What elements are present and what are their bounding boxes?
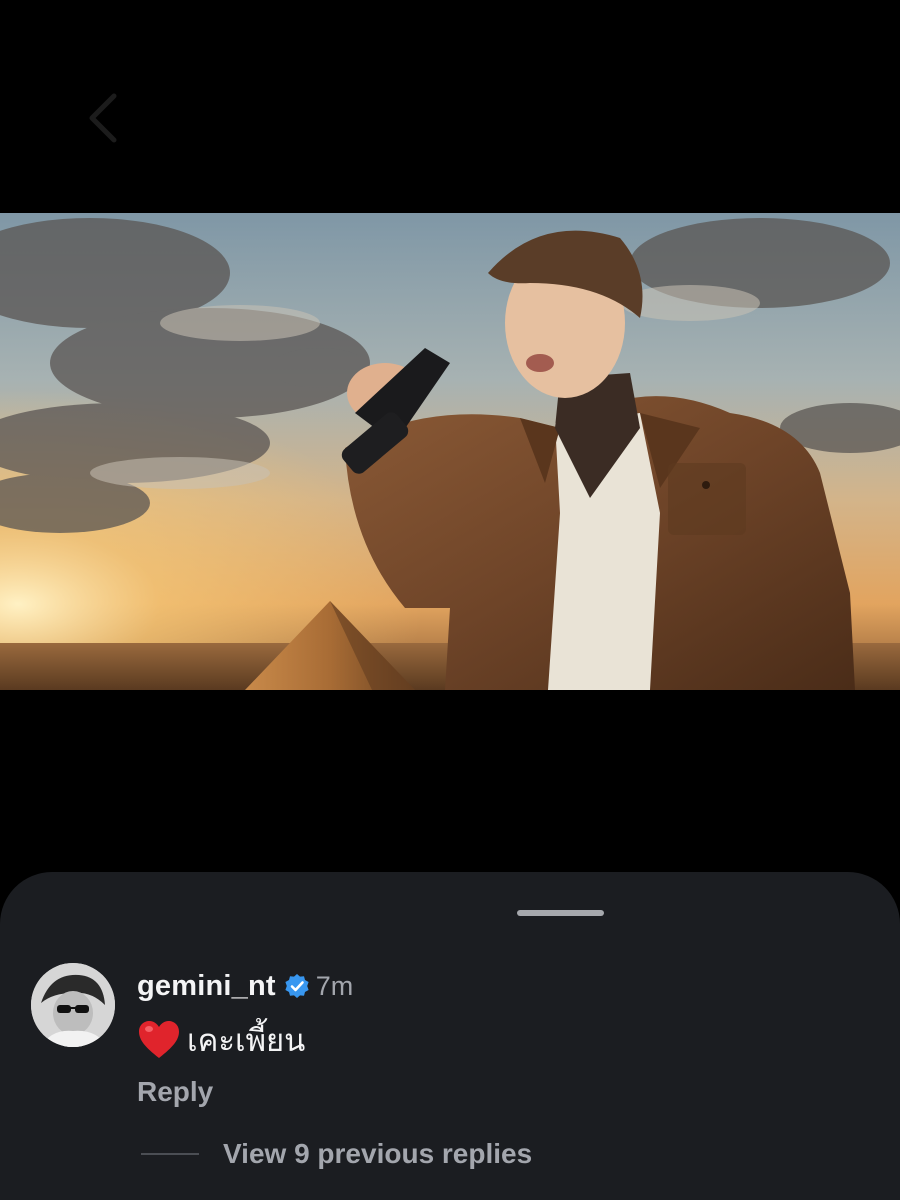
reel-viewer-screen: gemini_nt 7m เคะเพี้ยน Reply View 9 prev… <box>0 0 900 1200</box>
comment-username[interactable]: gemini_nt <box>137 970 276 1003</box>
comment-text: เคะเพี้ยน <box>187 1023 306 1059</box>
view-replies-label: View 9 previous replies <box>223 1138 533 1169</box>
view-previous-replies-button[interactable]: View 9 previous replies <box>141 1138 532 1170</box>
comment-body: เคะเพี้ยน <box>137 1018 305 1062</box>
replies-divider-line <box>141 1153 199 1155</box>
heart-icon <box>139 1021 179 1058</box>
sheet-grab-handle[interactable] <box>517 910 604 916</box>
comments-sheet: gemini_nt 7m เคะเพี้ยน Reply View 9 prev… <box>0 872 900 1200</box>
comment-timestamp: 7m <box>315 970 354 1001</box>
chevron-left-icon[interactable] <box>82 92 126 144</box>
comment-header: gemini_nt 7m <box>137 966 353 1006</box>
video-still-image <box>0 213 900 690</box>
reply-button[interactable]: Reply <box>137 1076 213 1108</box>
avatar-image <box>31 963 115 1047</box>
verified-badge-icon <box>285 974 309 998</box>
avatar[interactable] <box>31 963 115 1047</box>
video-frame[interactable] <box>0 213 900 690</box>
